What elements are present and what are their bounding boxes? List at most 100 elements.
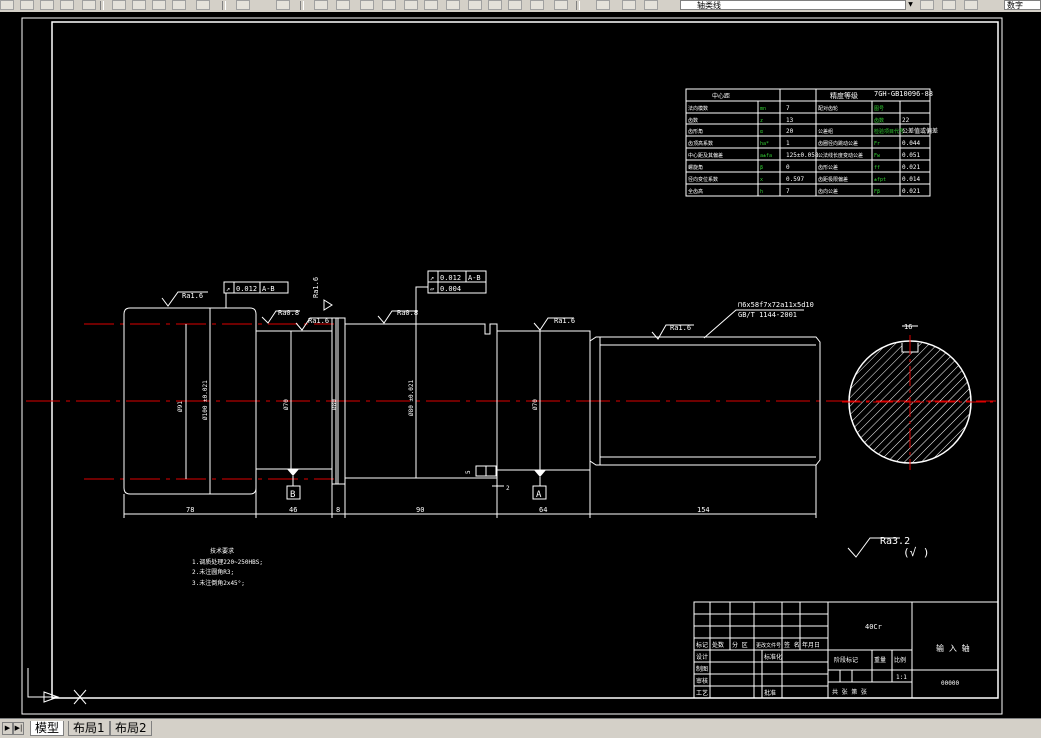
redo-icon[interactable]: [236, 0, 250, 10]
pan-icon[interactable]: [276, 0, 290, 10]
zoom-window-icon[interactable]: [336, 0, 350, 10]
table-code: 7GH-GB10096-88: [874, 90, 933, 98]
help-icon[interactable]: [554, 0, 568, 10]
roughness-symbols: [161, 291, 900, 558]
gear-table-cell: 全齿高: [688, 188, 703, 195]
paste-icon[interactable]: [152, 0, 166, 10]
length-dim: 154: [697, 506, 710, 514]
copy-icon[interactable]: [132, 0, 146, 10]
gear-table-cell: Fβ: [874, 189, 880, 195]
row-label: 制图: [696, 665, 708, 673]
svg-text:A: A: [536, 490, 542, 500]
tab-layout2[interactable]: 布局2: [110, 721, 152, 736]
make-current-icon[interactable]: [920, 0, 934, 10]
tool-button[interactable]: [40, 0, 54, 10]
approve-label: 批准: [764, 689, 776, 697]
gear-table-cell: 齿数: [688, 117, 698, 124]
drawing-area[interactable]: 7GH-GB10096-88 中心距 精度等级 法向模数 mn 7 配对齿轮 图号齿数 z…: [0, 12, 1041, 718]
tool-button[interactable]: [20, 0, 34, 10]
svg-text:B: B: [290, 490, 295, 500]
layer-state-icon[interactable]: [622, 0, 636, 10]
layer-dropdown[interactable]: 轴类线: [680, 0, 915, 10]
gear-table-cell: 7: [786, 105, 790, 112]
groove-dim: 2: [506, 485, 510, 492]
roughness-label: Ra0.8: [278, 309, 299, 317]
roughness-label: Ra1.6: [670, 324, 691, 332]
design-center-icon[interactable]: [424, 0, 438, 10]
zoom-previous-icon[interactable]: [360, 0, 374, 10]
groove-height-dim: 5: [465, 470, 472, 474]
layout-tabs-bar: ▶ ▶| 模型 布局1 布局2: [0, 718, 1041, 738]
gear-table-rows: 法向模数 mn 7 配对齿轮 图号齿数 z 13 齿数 22 齿形角 α 20 公差组 检验项目代号公差值…: [688, 105, 938, 195]
style-dropdown-value: 数字: [1007, 1, 1023, 10]
gear-table-cell: 中心距及其偏差: [688, 152, 723, 159]
roughness-label: Ra1.6: [182, 292, 203, 300]
cut-icon[interactable]: [112, 0, 126, 10]
tab-nav-last-icon[interactable]: ▶|: [13, 722, 24, 735]
gear-table-cell: 齿形角: [688, 128, 703, 135]
tech-req-item: 3.未注倒角2x45°;: [192, 579, 245, 587]
match-properties-icon[interactable]: [172, 0, 186, 10]
weight-label: 重量: [874, 656, 886, 664]
gear-table-cell: 检验项目代号: [874, 128, 904, 135]
zoom-realtime-icon[interactable]: [314, 0, 328, 10]
drawing-canvas[interactable]: 7GH-GB10096-88 中心距 精度等级 法向模数 mn 7 配对齿轮 图号 齿数 z…: [0, 12, 1041, 718]
tool-palette-icon[interactable]: [446, 0, 460, 10]
gear-table-cell: Fr: [874, 141, 880, 147]
layer-previous-icon[interactable]: [644, 0, 658, 10]
svg-text:0.012: 0.012: [440, 274, 461, 282]
gear-table-cell: 0.597: [786, 176, 804, 183]
spline-note: ⊓6x58f7x72a11x5d10: [738, 301, 814, 309]
properties-icon[interactable]: [404, 0, 418, 10]
zoom-extents-icon[interactable]: [382, 0, 396, 10]
gear-table-cell: 22: [902, 117, 910, 124]
gear-table-cell: 20: [786, 128, 794, 135]
chevron-down-icon[interactable]: ▼: [905, 0, 915, 10]
svg-text:A-B: A-B: [468, 274, 481, 282]
header-label: 处数: [712, 641, 724, 649]
tolerance-frame-1: ↗ 0.012 A-B: [223, 281, 289, 308]
tab-nav-next-icon[interactable]: ▶: [2, 722, 13, 735]
layer-previous-icon[interactable]: [942, 0, 956, 10]
sheet-outer-border: [21, 17, 1003, 715]
undo-icon[interactable]: [196, 0, 210, 10]
diameter-d4: Ø80: [331, 399, 338, 410]
gear-table-cell: mn: [760, 106, 766, 112]
section-view: 16: [842, 323, 996, 470]
tool-button[interactable]: [0, 0, 14, 10]
sheet-set-icon[interactable]: [468, 0, 482, 10]
tool-button[interactable]: [82, 0, 96, 10]
svg-text:↗: ↗: [430, 274, 434, 282]
svg-text:▱: ▱: [430, 285, 435, 293]
tech-req-item: 2.未注圆角R3;: [192, 568, 234, 576]
gear-table-cell: 径向变位系数: [688, 176, 718, 183]
tool-button[interactable]: [60, 0, 74, 10]
gear-table-cell: z: [760, 118, 763, 124]
gear-table-cell: 齿顶高系数: [688, 140, 713, 147]
spline-standard: GB/T 1144-2001: [738, 311, 797, 319]
layer-manager-icon[interactable]: [596, 0, 610, 10]
markup-icon[interactable]: [488, 0, 502, 10]
calculator-icon[interactable]: [508, 0, 522, 10]
tech-req-item: 1.调质处理220~250HBS;: [192, 558, 263, 566]
diameter-d6: Ø70: [532, 399, 539, 410]
key-width-dim: 16: [904, 323, 912, 331]
tab-model[interactable]: 模型: [30, 721, 65, 736]
style-dropdown[interactable]: 数字: [1004, 0, 1041, 10]
row-label: 工艺: [696, 689, 708, 697]
toolbar-separator: [100, 1, 104, 10]
table-icon[interactable]: [530, 0, 544, 10]
toolbar-separator: [300, 1, 304, 10]
gear-table-cell: 125±0.058: [786, 152, 819, 159]
gear-table-cell: ha*: [760, 141, 769, 147]
gear-table-cell: 0.051: [902, 152, 920, 159]
gear-table-cell: 13: [786, 117, 794, 124]
tab-layout1[interactable]: 布局1: [68, 721, 110, 736]
gear-table-cell: 齿向公差: [818, 188, 838, 195]
roughness-label: Ra0.8: [397, 309, 418, 317]
header-label: 年月日: [802, 641, 820, 649]
gear-table-cell: 齿数: [874, 117, 884, 124]
layer-match-icon[interactable]: [964, 0, 978, 10]
scale-label: 比例: [894, 656, 906, 664]
scale-value: 1:1: [896, 674, 907, 681]
